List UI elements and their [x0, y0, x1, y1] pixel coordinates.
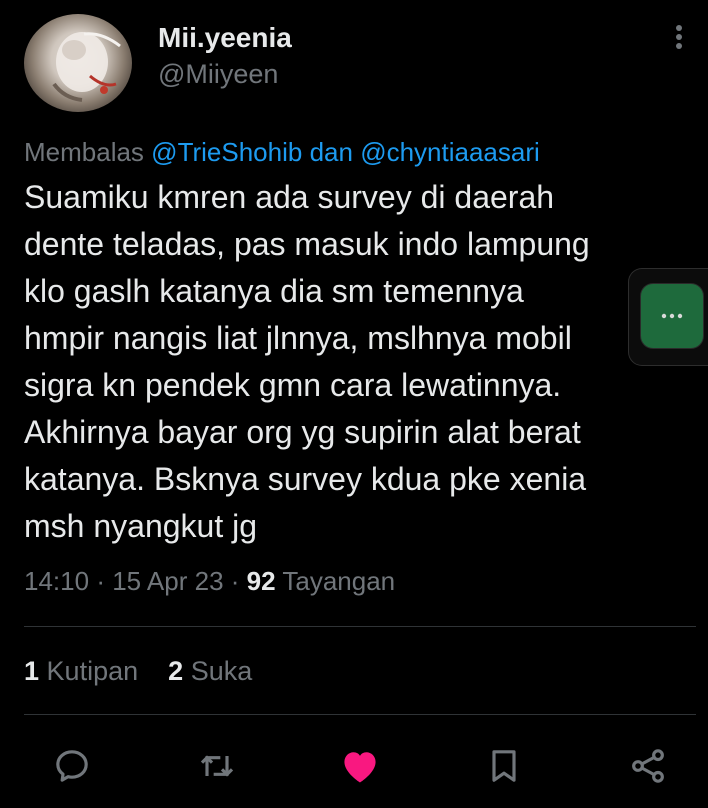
- reply-icon: [56, 750, 88, 782]
- divider: [24, 626, 696, 627]
- separator: ·: [96, 566, 105, 596]
- engagement-stats: 1 Kutipan 2 Suka: [24, 656, 252, 687]
- tweet-line: Suamiku kmren ada survey di daerah: [24, 179, 555, 215]
- quotes-count: 1: [24, 656, 40, 686]
- more-options-icon[interactable]: [664, 22, 694, 52]
- avatar[interactable]: [24, 14, 132, 112]
- like-button[interactable]: [336, 742, 384, 790]
- replying-joiner: dan: [309, 137, 353, 167]
- tweet-line: dente teladas, pas masuk indo lampung: [24, 226, 590, 262]
- replying-prefix: Membalas: [24, 137, 144, 167]
- likes-count: 2: [168, 656, 184, 686]
- tweet-meta: 14:10 · 15 Apr 23 · 92 Tayangan: [24, 566, 395, 597]
- retweet-button[interactable]: [193, 742, 241, 790]
- likes-stat[interactable]: 2 Suka: [168, 656, 252, 686]
- tweet-text: Suamiku kmren ada survey di daerah dente…: [24, 174, 694, 550]
- reply-button[interactable]: [48, 742, 96, 790]
- author-name[interactable]: Mii.yeenia: [158, 22, 292, 54]
- heart-icon: [344, 752, 376, 783]
- tweet-date[interactable]: 15 Apr 23: [112, 566, 223, 596]
- share-icon: [632, 749, 664, 783]
- views-label: Tayangan: [282, 566, 396, 596]
- tweet-line: hmpir nangis liat jlnnya, mslhnya mobil: [24, 320, 572, 356]
- separator: ·: [230, 566, 240, 596]
- share-button[interactable]: [624, 742, 672, 790]
- tweet-line: Akhirnya bayar org yg supirin alat berat: [24, 414, 581, 450]
- mention-link[interactable]: @TrieShohib: [151, 137, 302, 167]
- tweet-line: msh nyangkut jg: [24, 508, 258, 544]
- tweet-line: katanya. Bsknya survey kdua pke xenia: [24, 461, 587, 497]
- likes-label: Suka: [190, 656, 253, 686]
- mention-link[interactable]: @chyntiaaasari: [360, 137, 540, 167]
- quotes-label: Kutipan: [46, 656, 139, 686]
- quotes-stat[interactable]: 1 Kutipan: [24, 656, 138, 686]
- tweet-time[interactable]: 14:10: [24, 566, 89, 596]
- views-count: 92: [246, 566, 276, 596]
- bookmark-icon: [492, 750, 516, 782]
- action-bar: [0, 742, 708, 790]
- avatar-image: [52, 32, 121, 102]
- bookmark-button[interactable]: [480, 742, 528, 790]
- divider: [24, 714, 696, 715]
- tweet-line: klo gaslh katanya dia sm temennya: [24, 273, 524, 309]
- retweet-icon: [200, 755, 234, 777]
- replying-to: Membalas @TrieShohib dan @chyntiaaasari: [24, 137, 540, 168]
- ellipsis-icon: [661, 313, 683, 319]
- author-handle[interactable]: @Miiyeen: [158, 59, 278, 90]
- tweet-line: sigra kn pendek gmn cara lewatinnya.: [24, 367, 562, 403]
- floating-menu-button[interactable]: [641, 284, 703, 348]
